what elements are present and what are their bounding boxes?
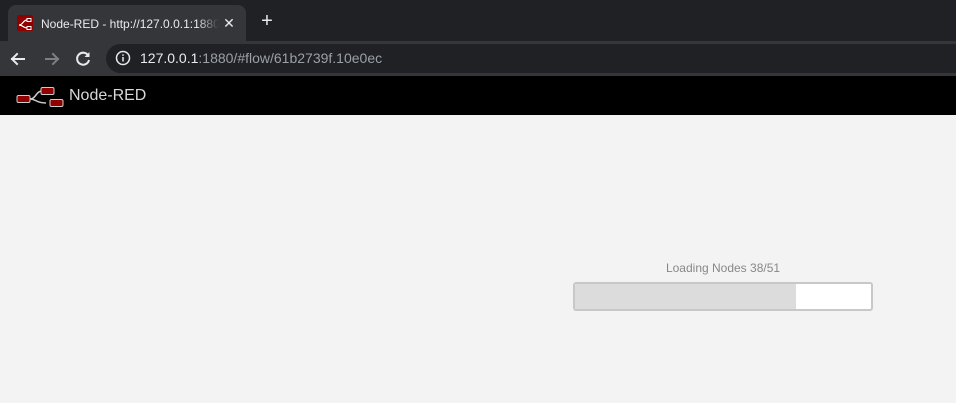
back-button[interactable] (4, 45, 32, 73)
url-path: :1880/#flow/61b2739f.10e0ec (198, 50, 383, 66)
loading-status-label: Loading Nodes 38/51 (665, 261, 781, 275)
arrow-left-icon (10, 52, 25, 66)
browser-tab-strip: Node-RED - http://127.0.0.1:1880/#flow/6… (0, 0, 956, 41)
address-bar[interactable]: 127.0.0.1:1880/#flow/61b2739f.10e0ec (106, 44, 956, 73)
url-host: 127.0.0.1 (140, 50, 199, 66)
url-text[interactable]: 127.0.0.1:1880/#flow/61b2739f.10e0ec (140, 44, 382, 73)
forward-button[interactable] (38, 45, 66, 73)
browser-tab[interactable]: Node-RED - http://127.0.0.1:1880/#flow/6… (8, 5, 246, 41)
node-red-favicon-icon (17, 15, 33, 31)
new-tab-icon[interactable]: + (255, 9, 279, 33)
arrow-right-icon (45, 52, 60, 66)
node-red-logo-icon (16, 87, 64, 107)
tab-close-icon[interactable]: ✕ (221, 15, 237, 31)
reload-button[interactable] (69, 45, 97, 73)
loading-progress-fill (575, 284, 796, 309)
app-title: Node-RED (69, 87, 147, 104)
info-icon[interactable] (115, 50, 131, 66)
loading-progress-bar (573, 282, 873, 311)
app-header: Node-RED (0, 76, 956, 115)
reload-icon (76, 51, 90, 66)
tab-title: Node-RED - http://127.0.0.1:1880/#flow/6… (41, 17, 219, 31)
browser-toolbar: 127.0.0.1:1880/#flow/61b2739f.10e0ec (0, 41, 956, 76)
